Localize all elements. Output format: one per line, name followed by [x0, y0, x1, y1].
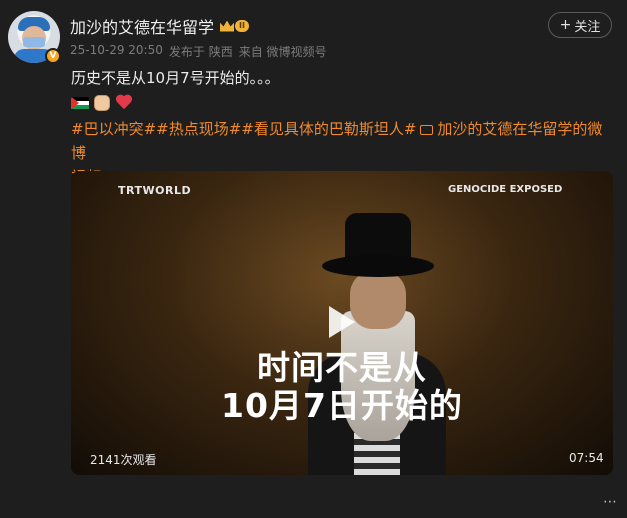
follow-label: 关注 — [574, 19, 601, 35]
palestine-flag-icon — [71, 96, 89, 110]
video-player[interactable]: TRTWORLD GENOCIDE EXPOSED 时间不是从 10月7日开始的… — [71, 171, 613, 475]
watermark-left: TRTWORLD — [118, 184, 192, 197]
crown-icon — [220, 20, 235, 32]
member-level: II — [235, 20, 249, 32]
emoji-row — [71, 95, 133, 111]
post-text: 历史不是从10月7号开始的。。。 — [71, 69, 280, 87]
post-meta: 25-10-29 20:50 发布于 陕西 来自 微博视频号 — [70, 43, 327, 60]
verified-badge-icon: V — [45, 48, 61, 64]
heart-icon — [115, 95, 133, 111]
plus-icon: + — [559, 17, 572, 33]
raised-fist-icon — [94, 95, 110, 111]
follow-button[interactable]: + 关注 — [548, 12, 612, 38]
video-duration: 07:54 — [569, 451, 604, 465]
more-options-icon[interactable]: ⋯ — [603, 494, 617, 510]
play-icon[interactable] — [329, 306, 355, 338]
published-from: 发布于 陕西 — [168, 45, 233, 59]
view-count: 2141次观看 — [90, 453, 157, 467]
timestamp[interactable]: 25-10-29 20:50 — [70, 43, 163, 60]
name-row: 加沙的艾德在华留学 II — [70, 15, 249, 37]
username[interactable]: 加沙的艾德在华留学 — [70, 14, 214, 38]
watermark-right: GENOCIDE EXPOSED — [448, 184, 563, 195]
post-source: 来自 微博视频号 — [238, 45, 327, 59]
hashtag-links[interactable]: #巴以冲突##热点现场##看见具体的巴勒斯坦人# — [71, 120, 416, 138]
video-subtitle-line2: 10月7日开始的 — [221, 386, 463, 425]
member-badge-icon[interactable]: II — [220, 20, 249, 32]
video-link-icon — [420, 125, 434, 135]
